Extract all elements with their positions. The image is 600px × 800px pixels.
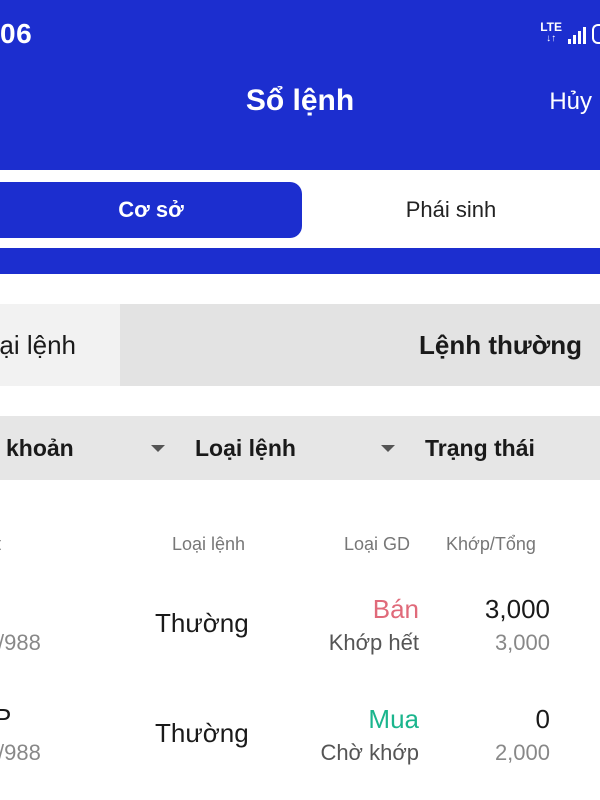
row-account: /988: [0, 630, 41, 655]
filter-status-label: Trạng thái: [425, 434, 535, 461]
row-order-type: Thường: [155, 608, 249, 638]
order-kind-selector: ại lệnh Lệnh thường: [0, 304, 600, 386]
column-header-first: t: [0, 534, 1, 555]
tab-phai-sinh[interactable]: Phái sinh: [302, 182, 600, 238]
filter-order-type-label: Loại lệnh: [195, 434, 296, 461]
row-trade-type: Mua: [368, 704, 419, 734]
lte-icon: LTE ↓↑: [540, 20, 562, 44]
row-status: Khớp hết: [328, 630, 419, 655]
option-normal-order[interactable]: Lệnh thường: [120, 304, 600, 386]
row-trade-type: Bán: [372, 594, 419, 624]
column-header-trade-type: Loại GD: [344, 534, 411, 554]
signal-icon: [568, 26, 586, 44]
filter-account-label: khoản: [6, 434, 74, 461]
row-order-type: Thường: [155, 718, 249, 748]
status-time: 06: [0, 18, 33, 49]
filter-order-type[interactable]: Loại lệnh: [195, 416, 296, 480]
column-header-order-type: Loại lệnh: [172, 534, 246, 554]
row-status: Chờ khớp: [320, 740, 419, 765]
filter-account[interactable]: khoản: [6, 416, 74, 480]
row-total: 2,000: [494, 740, 550, 765]
row-total: 3,000: [494, 630, 550, 655]
row-matched: 0: [535, 704, 550, 734]
row-matched: 3,000: [484, 594, 550, 624]
filter-status[interactable]: Trạng thái: [425, 416, 535, 480]
chevron-down-icon[interactable]: [151, 445, 165, 452]
option-order-kind-left[interactable]: ại lệnh: [0, 304, 120, 386]
page-title: Sổ lệnh: [245, 84, 355, 117]
row-account: /988: [0, 740, 41, 765]
status-icons: LTE ↓↑: [540, 20, 600, 44]
chevron-down-icon[interactable]: [381, 445, 395, 452]
filter-bar: khoản Loại lệnh Trạng thái: [0, 416, 600, 480]
market-segment-control: Cơ sở Phái sinh: [0, 170, 600, 248]
row-symbol: P: [0, 703, 12, 733]
battery-icon: [592, 24, 600, 44]
column-header-matched-total: Khớp/Tổng: [446, 534, 536, 554]
tab-co-so[interactable]: Cơ sở: [0, 182, 302, 238]
cancel-button[interactable]: Hủy: [549, 88, 592, 116]
